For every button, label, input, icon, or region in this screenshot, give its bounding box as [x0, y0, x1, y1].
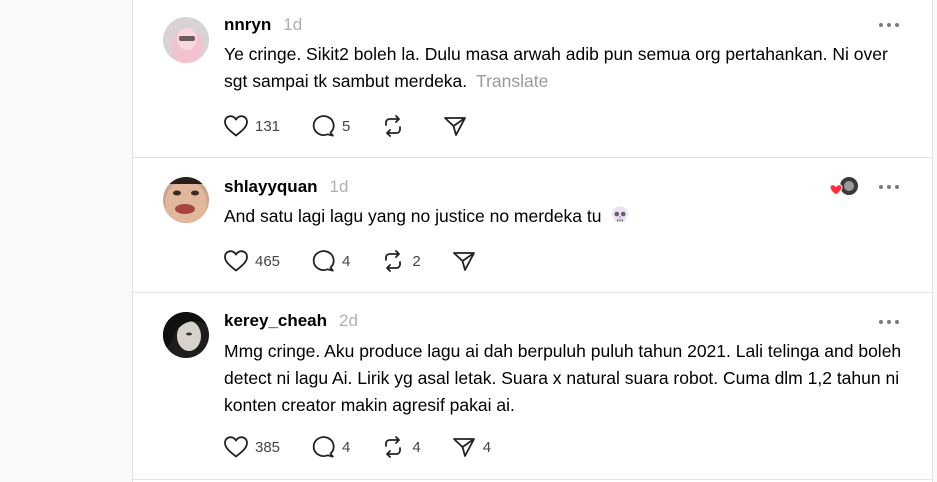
username[interactable]: nnryn [224, 15, 271, 35]
repost-button[interactable]: 4 [380, 435, 421, 459]
comments-feed: nnryn 1d Ye cringe. Sikit2 boleh la. Dul… [132, 0, 933, 482]
comment-post: kerey_cheah 2d Mmg cringe. Aku produce l… [133, 293, 932, 480]
share-button[interactable]: 4 [451, 435, 491, 459]
share-button[interactable] [451, 249, 483, 273]
liked-by-author-badge[interactable] [829, 176, 860, 198]
translate-link[interactable]: Translate [476, 71, 548, 91]
share-count: 4 [482, 438, 492, 456]
heart-icon [224, 250, 248, 272]
comment-text: And satu lagi lagu yang no justice no me… [224, 203, 914, 233]
comment-post: shlayyquan 1d And satu lagi lagu yang no… [133, 158, 932, 293]
reply-count: 4 [342, 252, 351, 270]
repost-count: 4 [412, 438, 421, 456]
more-dots-icon[interactable] [879, 318, 899, 326]
repost-button[interactable]: 2 [380, 249, 421, 273]
username[interactable]: kerey_cheah [224, 311, 327, 331]
timestamp[interactable]: 2d [339, 311, 358, 331]
like-button[interactable]: 385 [223, 435, 280, 459]
like-count: 465 [255, 252, 281, 270]
comment-icon [312, 115, 335, 137]
share-button[interactable] [442, 114, 474, 138]
repost-count: 2 [412, 252, 421, 270]
send-icon [452, 438, 475, 457]
timestamp[interactable]: 1d [283, 15, 302, 35]
send-icon [452, 252, 475, 271]
reply-count: 5 [342, 117, 351, 135]
reply-button[interactable]: 4 [310, 249, 350, 273]
timestamp[interactable]: 1d [330, 177, 349, 197]
more-dots-icon[interactable] [879, 21, 899, 29]
heart-icon [224, 436, 248, 458]
comment-post: nnryn 1d Ye cringe. Sikit2 boleh la. Dul… [133, 0, 932, 158]
like-count: 385 [255, 438, 281, 456]
comment-body: Ye cringe. Sikit2 boleh la. Dulu masa ar… [224, 44, 888, 91]
reply-button[interactable]: 5 [310, 114, 350, 138]
repost-icon [385, 436, 402, 458]
send-icon [444, 117, 467, 136]
action-bar: 385 4 4 4 [223, 435, 521, 459]
repost-button[interactable] [380, 114, 412, 138]
repost-icon [385, 250, 402, 272]
like-button[interactable]: 131 [223, 114, 280, 138]
action-bar: 465 4 2 [223, 249, 513, 273]
heart-icon [224, 115, 248, 137]
comment-icon [312, 250, 335, 272]
action-bar: 131 5 [223, 114, 504, 138]
username[interactable]: shlayyquan [224, 177, 318, 197]
avatar[interactable] [163, 177, 209, 223]
like-button[interactable]: 465 [223, 249, 280, 273]
comment-body: Mmg cringe. Aku produce lagu ai dah berp… [224, 341, 902, 415]
comment-text: Ye cringe. Sikit2 boleh la. Dulu masa ar… [224, 41, 914, 95]
comment-icon [312, 436, 335, 458]
repost-icon [385, 115, 402, 137]
skull-emoji [610, 205, 630, 233]
reply-button[interactable]: 4 [310, 435, 350, 459]
like-count: 131 [255, 117, 281, 135]
more-dots-icon[interactable] [879, 183, 899, 191]
reply-count: 4 [342, 438, 351, 456]
comment-body: And satu lagi lagu yang no justice no me… [224, 206, 602, 226]
avatar[interactable] [163, 17, 209, 63]
avatar[interactable] [163, 312, 209, 358]
